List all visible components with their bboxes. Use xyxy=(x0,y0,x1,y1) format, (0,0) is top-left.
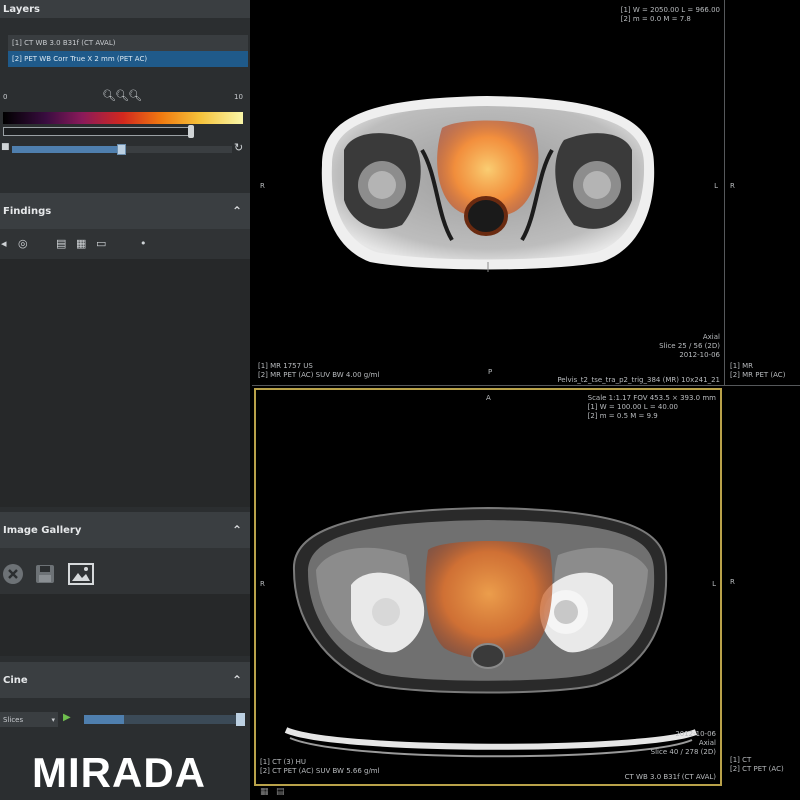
cine-header[interactable]: Cine ⌃ xyxy=(0,662,250,698)
viewport-top-right[interactable]: R [1] MR [2] MR PET (AC) xyxy=(726,0,800,385)
layer-info-1: [1] CT (3) HU xyxy=(260,758,307,766)
lut-max-label: 10 xyxy=(234,93,243,101)
cine-mode-value: Slices xyxy=(3,715,24,724)
save-image-button[interactable] xyxy=(32,562,58,586)
grid-icon[interactable]: ▦ xyxy=(260,788,269,797)
window-range-handle[interactable] xyxy=(188,125,194,138)
play-icon[interactable]: ▶ xyxy=(63,713,71,723)
cine-speed-fill xyxy=(84,715,124,724)
cine-mode-select[interactable]: Slices ▾ xyxy=(0,712,58,727)
layer-item-pet[interactable]: [2] PET WB Corr True X 2 mm (PET AC) xyxy=(8,51,248,67)
layer-info-2: [2] CT PET (AC) xyxy=(730,765,784,773)
zoom-out-icon[interactable]: 🔍︎ xyxy=(115,90,129,101)
opacity-slider-rest xyxy=(122,146,232,153)
study-date: 2012-10-06 xyxy=(679,351,720,359)
chevron-down-icon: ▾ xyxy=(51,715,55,724)
window-range-slider[interactable] xyxy=(3,127,193,136)
layer-info-2: [2] MR PET (AC) xyxy=(730,371,786,379)
refresh-icon[interactable]: ↻ xyxy=(234,142,243,153)
opacity-slider[interactable] xyxy=(12,146,122,153)
add-image-button[interactable] xyxy=(68,562,94,586)
layout-icon[interactable]: ▤ xyxy=(276,788,285,797)
layer-info: [1] CT (3) HU [2] CT PET (AC) SUV BW 5.6… xyxy=(260,758,380,776)
orientation-right-marker: R xyxy=(730,182,735,190)
colormap-bar xyxy=(3,112,243,124)
layers-header[interactable]: Layers xyxy=(0,0,250,18)
layer-info-2: [2] CT PET (AC) SUV BW 5.66 g/ml xyxy=(260,767,380,775)
gallery-title: Image Gallery xyxy=(3,524,82,536)
viewport-divider xyxy=(724,0,725,385)
findings-toolbar: ◂ ◎ ▤ ▦ ▭ • xyxy=(0,229,250,259)
chevron-up-icon[interactable]: ⌃ xyxy=(232,673,242,687)
save-icon xyxy=(36,565,54,583)
series-description: Pelvis_t2_tse_tra_p2_trig_384 (MR) 10x24… xyxy=(557,376,720,384)
viewport-toolbar: ▦ ▤ xyxy=(252,788,800,800)
mirada-logo: MIRADA xyxy=(32,749,206,796)
opacity-handle[interactable] xyxy=(117,144,126,155)
slice-number: Slice 40 / 278 (2D) xyxy=(650,748,716,756)
layers-spacer xyxy=(0,160,250,190)
zoom-reset-icon[interactable]: 🔍︎ xyxy=(128,90,142,101)
slice-info: 2012-10-06 Axial Slice 40 / 278 (2D) xyxy=(651,730,716,757)
orientation-right-marker: R xyxy=(730,578,735,586)
table-icon[interactable]: ▦ xyxy=(76,238,86,249)
layer-info-1: [1] MR xyxy=(730,362,754,370)
plane-label: Axial xyxy=(698,739,716,747)
viewport-top-mr[interactable]: [1] W = 2050.00 L = 966.00 [2] m = 0.0 M… xyxy=(252,0,724,385)
layer-info-1: [1] MR 1757 US xyxy=(258,362,313,370)
target-icon[interactable]: ◎ xyxy=(18,238,28,249)
slice-info: Axial Slice 25 / 56 (2D) 2012-10-06 xyxy=(659,333,720,360)
lut-min-label: 0 xyxy=(3,93,8,101)
study-date: 2012-10-06 xyxy=(675,730,716,738)
report-icon[interactable]: ▤ xyxy=(56,238,66,249)
layer-info: [1] CT [2] CT PET (AC) xyxy=(730,756,784,774)
layers-title: Layers xyxy=(3,3,40,15)
layer-info: [1] MR [2] MR PET (AC) xyxy=(730,362,785,380)
findings-title: Findings xyxy=(3,205,52,217)
viewport-bottom-right[interactable]: R [1] CT [2] CT PET (AC) xyxy=(726,388,800,786)
layer-info-1: [1] CT xyxy=(730,756,752,764)
layer-info: [1] MR 1757 US [2] MR PET (AC) SUV BW 4.… xyxy=(258,362,379,380)
series-description: CT WB 3.0 B31f (CT AVAL) xyxy=(624,773,716,781)
ct-pelvis-image xyxy=(284,506,698,758)
chevron-up-icon[interactable]: ⌃ xyxy=(232,204,242,218)
mr-pelvis-image xyxy=(321,96,655,272)
cine-speed-handle[interactable] xyxy=(236,713,245,726)
layer-info-2: [2] MR PET (AC) SUV BW 4.00 g/ml xyxy=(258,371,380,379)
findings-header[interactable]: Findings ⌃ xyxy=(0,193,250,229)
gallery-header[interactable]: Image Gallery ⌃ xyxy=(0,512,250,548)
chevron-up-icon[interactable]: ⌃ xyxy=(232,523,242,537)
zoom-in-icon[interactable]: 🔍︎ xyxy=(102,90,116,101)
delete-icon xyxy=(3,564,23,584)
orientation-posterior-marker: P xyxy=(488,368,493,376)
plane-label: Axial xyxy=(702,333,720,341)
opacity-low-icon: ■ xyxy=(1,142,10,152)
left-panel: Layers [1] CT WB 3.0 B31f (CT AVAL) [2] … xyxy=(0,0,250,800)
layer-item-ct[interactable]: [1] CT WB 3.0 B31f (CT AVAL) xyxy=(8,35,248,51)
findings-list xyxy=(0,259,250,507)
cine-title: Cine xyxy=(3,674,28,686)
arrow-left-icon[interactable]: ◂ xyxy=(1,238,7,249)
slice-number: Slice 25 / 56 (2D) xyxy=(659,342,720,350)
export-icon[interactable]: ▭ xyxy=(96,238,106,249)
delete-image-button[interactable] xyxy=(0,562,26,586)
viewport-divider xyxy=(252,385,800,386)
image-icon xyxy=(68,563,94,585)
layer-item-label: [1] CT WB 3.0 B31f (CT AVAL) xyxy=(12,39,116,47)
more-icon[interactable]: • xyxy=(140,238,147,249)
gallery-body xyxy=(0,594,250,656)
viewport-bottom-ct[interactable]: A Scale 1:1.17 FOV 453.5 × 393.0 mm [1] … xyxy=(254,388,722,786)
layer-item-label: [2] PET WB Corr True X 2 mm (PET AC) xyxy=(12,55,148,63)
